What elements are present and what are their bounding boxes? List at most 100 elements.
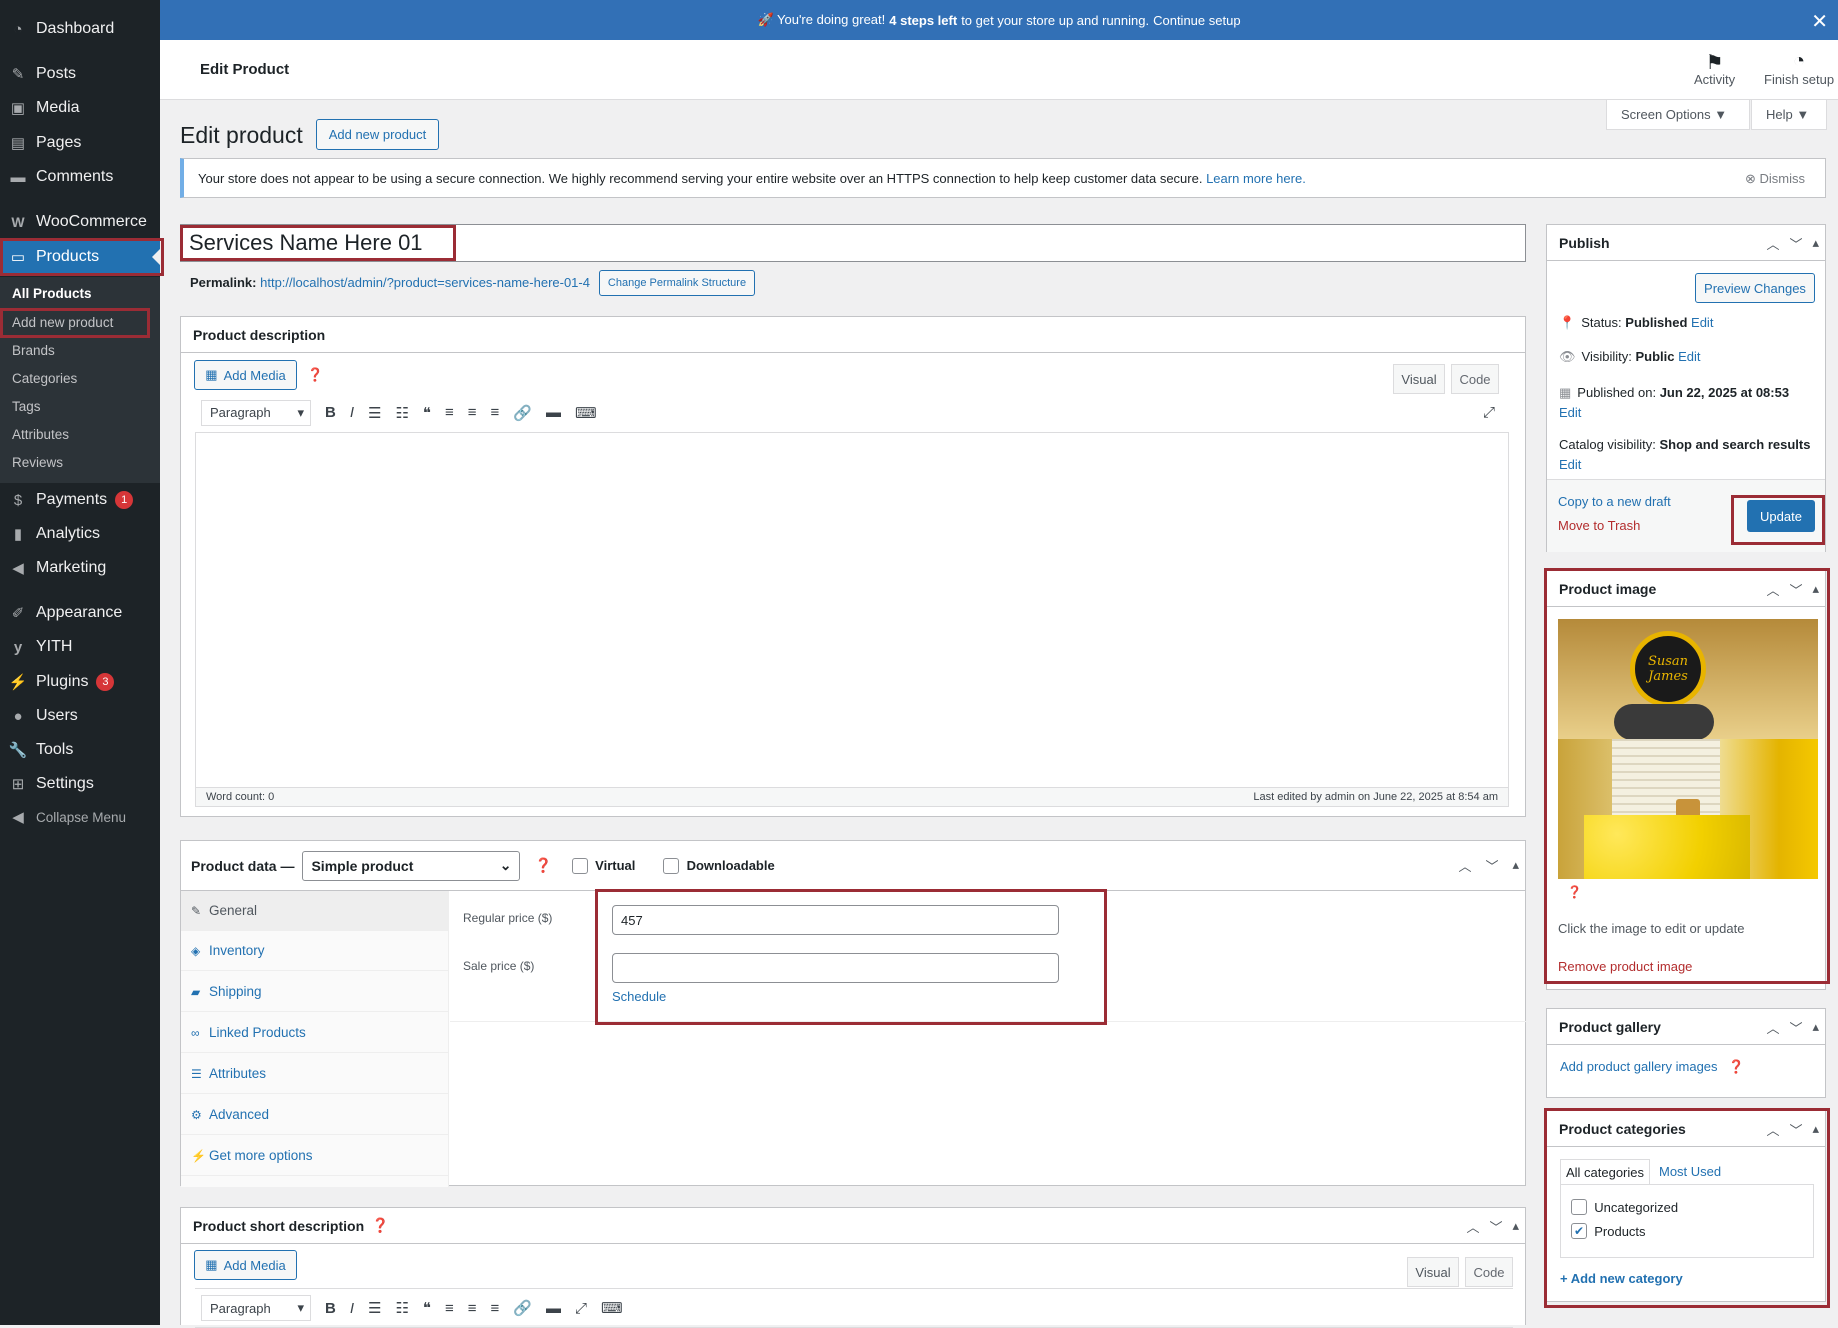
tab-visual[interactable]: Visual (1407, 1257, 1459, 1287)
submenu-reviews[interactable]: Reviews (12, 455, 63, 470)
screen-options-button[interactable]: Screen Options ▼ (1606, 100, 1750, 130)
dismiss-button[interactable]: ⊗ Dismiss (1745, 171, 1805, 187)
tab-code[interactable]: Code (1465, 1257, 1513, 1287)
help-icon[interactable]: ❓ (307, 367, 323, 383)
collapse-menu[interactable]: ◀ Collapse Menu (0, 802, 160, 832)
menu-tools[interactable]: 🔧 Tools (0, 735, 160, 765)
menu-marketing[interactable]: ◀ Marketing (0, 553, 160, 583)
submenu-tags[interactable]: Tags (12, 399, 41, 414)
menu-payments[interactable]: $ Payments 1 (0, 485, 160, 515)
add-new-product-button[interactable]: Add new product (316, 119, 439, 150)
chevron-down-icon[interactable]: ﹀ (1485, 856, 1498, 875)
virtual-checkbox[interactable]: Virtual (571, 857, 635, 874)
permalink-url[interactable]: http://localhost/admin/?product=services… (260, 275, 590, 290)
link-icon[interactable]: 🔗 (513, 1299, 532, 1317)
bullet-list-icon[interactable]: ☰ (368, 404, 381, 422)
continue-setup-link[interactable]: Continue setup (1153, 13, 1240, 28)
edit-date-link[interactable]: Edit (1559, 405, 1581, 420)
submenu-all-products[interactable]: All Products (12, 286, 92, 301)
tab-advanced[interactable]: ⚙ Advanced (181, 1095, 449, 1135)
tab-general[interactable]: ✎ General (181, 891, 449, 931)
numbered-list-icon[interactable]: ☷ (395, 404, 408, 422)
submenu-brands[interactable]: Brands (12, 343, 55, 358)
chevron-down-icon[interactable]: ﹀ (1489, 1217, 1502, 1236)
menu-pages[interactable]: ▤ Pages (0, 128, 160, 158)
tab-visual[interactable]: Visual (1393, 364, 1445, 394)
menu-yith[interactable]: y YITH (0, 632, 160, 662)
tab-shipping[interactable]: ▰ Shipping (181, 972, 449, 1012)
product-type-select[interactable]: Simple product ⌄ (302, 850, 521, 881)
preview-changes-button[interactable]: Preview Changes (1695, 273, 1815, 303)
align-center-icon[interactable]: ≡ (468, 1300, 477, 1317)
add-gallery-images-link[interactable]: Add product gallery images (1560, 1059, 1718, 1074)
activity-button[interactable]: ⚑ Activity (1694, 50, 1735, 87)
copy-draft-link[interactable]: Copy to a new draft (1558, 494, 1671, 509)
menu-settings[interactable]: ⊞ Settings (0, 769, 160, 799)
finish-setup-button[interactable]: ◔ Finish setup (1764, 50, 1834, 87)
blockquote-icon[interactable]: ❝ (423, 1299, 431, 1317)
bullet-list-icon[interactable]: ☰ (368, 1299, 381, 1317)
align-left-icon[interactable]: ≡ (445, 404, 454, 421)
edit-catalog-link[interactable]: Edit (1559, 457, 1581, 472)
tab-attributes[interactable]: ☰ Attributes (181, 1054, 449, 1094)
read-more-icon[interactable]: ▬ (546, 1300, 561, 1317)
italic-icon[interactable]: I (350, 404, 354, 421)
tab-linked-products[interactable]: ∞ Linked Products (181, 1013, 449, 1053)
align-left-icon[interactable]: ≡ (445, 1300, 454, 1317)
add-media-button[interactable]: ▦ Add Media (194, 360, 297, 390)
numbered-list-icon[interactable]: ☷ (395, 1299, 408, 1317)
menu-appearance[interactable]: ✐ Appearance (0, 598, 160, 628)
fullscreen-icon[interactable]: ⤢ (1483, 404, 1495, 421)
help-icon[interactable]: ❓ (372, 1217, 389, 1234)
menu-comments[interactable]: ▬ Comments (0, 162, 160, 192)
fullscreen-icon[interactable]: ⤢ (575, 1300, 587, 1317)
menu-dashboard[interactable]: ◔ Dashboard (0, 14, 160, 44)
chevron-down-icon[interactable]: ﹀ (1789, 1018, 1802, 1037)
tab-code[interactable]: Code (1451, 364, 1499, 394)
edit-status-link[interactable]: Edit (1691, 315, 1713, 330)
bold-icon[interactable]: B (325, 404, 336, 421)
chevron-up-icon[interactable]: ︿ (1766, 234, 1779, 253)
format-select[interactable]: Paragraph ▾ (201, 1295, 311, 1321)
menu-analytics[interactable]: ▮ Analytics (0, 519, 160, 549)
edit-visibility-link[interactable]: Edit (1678, 349, 1700, 364)
trash-link[interactable]: Move to Trash (1558, 518, 1640, 533)
chevron-up-icon[interactable]: ︿ (1466, 1217, 1479, 1236)
submenu-categories[interactable]: Categories (12, 371, 77, 386)
submenu-attributes[interactable]: Attributes (12, 427, 69, 442)
align-center-icon[interactable]: ≡ (468, 404, 477, 421)
menu-users[interactable]: ● Users (0, 701, 160, 731)
align-right-icon[interactable]: ≡ (491, 1300, 500, 1317)
help-icon[interactable]: ❓ (534, 857, 551, 874)
downloadable-checkbox[interactable]: Downloadable (663, 857, 775, 874)
menu-media[interactable]: ▣ Media (0, 93, 160, 123)
toggle-icon[interactable]: ▴ (1512, 1218, 1519, 1234)
chevron-up-icon[interactable]: ︿ (1458, 856, 1471, 875)
bold-icon[interactable]: B (325, 1300, 336, 1317)
read-more-icon[interactable]: ▬ (546, 404, 561, 421)
help-button[interactable]: Help ▼ (1751, 100, 1827, 130)
change-permalink-button[interactable]: Change Permalink Structure (599, 270, 755, 296)
toggle-icon[interactable]: ▴ (1812, 1019, 1819, 1035)
menu-woocommerce[interactable]: W WooCommerce (0, 207, 160, 237)
chevron-up-icon[interactable]: ︿ (1766, 1018, 1779, 1037)
align-right-icon[interactable]: ≡ (491, 404, 500, 421)
close-icon[interactable]: ✕ (1811, 9, 1828, 34)
menu-plugins[interactable]: ⚡ Plugins 3 (0, 667, 160, 697)
format-select[interactable]: Paragraph ▾ (201, 399, 311, 426)
blockquote-icon[interactable]: ❝ (423, 404, 431, 422)
help-icon[interactable]: ❓ (1728, 1059, 1744, 1074)
tab-get-more-options[interactable]: ⚡ Get more options (181, 1136, 449, 1176)
tab-inventory[interactable]: ◈ Inventory (181, 931, 449, 971)
toggle-icon[interactable]: ▴ (1812, 235, 1819, 251)
editor-content-area[interactable] (195, 433, 1509, 787)
learn-more-link[interactable]: Learn more here. (1206, 171, 1306, 186)
italic-icon[interactable]: I (350, 1300, 354, 1317)
toolbar-toggle-icon[interactable]: ⌨ (601, 1299, 623, 1317)
chevron-down-icon[interactable]: ﹀ (1789, 234, 1802, 253)
toggle-icon[interactable]: ▴ (1512, 857, 1519, 873)
add-media-button[interactable]: ▦ Add Media (194, 1250, 297, 1280)
menu-posts[interactable]: ✎ Posts (0, 59, 160, 89)
link-icon[interactable]: 🔗 (513, 404, 532, 422)
toolbar-toggle-icon[interactable]: ⌨ (575, 404, 597, 422)
